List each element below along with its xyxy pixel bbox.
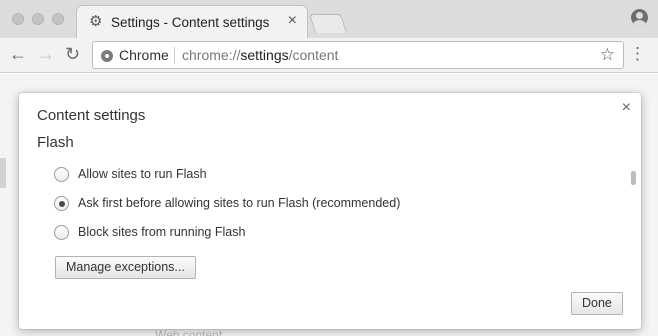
dialog-title: Content settings [37, 107, 146, 124]
content-settings-dialog: Content settings × Flash Allow sites to … [19, 93, 641, 329]
url-text[interactable]: chrome://settings/content [182, 47, 338, 63]
sidebar-edge [0, 158, 6, 188]
url-scheme: chrome:// [182, 47, 241, 63]
radio-label: Block sites from running Flash [78, 225, 246, 239]
back-arrow-icon[interactable]: ← [9, 44, 27, 64]
url-path: /content [288, 47, 339, 63]
url-host: settings [240, 47, 289, 63]
tab-strip: ⚙ Settings - Content settings × [0, 0, 658, 38]
origin-chip[interactable]: Chrome [119, 47, 169, 63]
tab-title: Settings - Content settings [111, 15, 270, 30]
tab-settings[interactable]: ⚙ Settings - Content settings × [76, 5, 308, 38]
tab-close-icon[interactable]: × [288, 12, 297, 30]
scrollbar-thumb[interactable] [631, 171, 636, 185]
forward-arrow-icon[interactable]: → [37, 44, 55, 64]
radio-button[interactable] [54, 167, 69, 182]
address-bar[interactable]: Chrome chrome://settings/content ☆ [92, 41, 624, 69]
background-partial-text: Web content [155, 328, 223, 336]
radio-label: Allow sites to run Flash [78, 167, 207, 181]
browser-toolbar: ← → ↻ Chrome chrome://settings/content ☆… [0, 38, 658, 73]
radio-button-selected[interactable] [54, 196, 69, 211]
person-icon[interactable] [631, 9, 648, 26]
window-close-button[interactable] [12, 13, 24, 25]
window-minimize-button[interactable] [32, 13, 44, 25]
close-icon[interactable]: × [622, 99, 631, 117]
manage-exceptions-button[interactable]: Manage exceptions... [55, 256, 196, 279]
done-button[interactable]: Done [571, 292, 623, 315]
star-icon[interactable]: ☆ [600, 45, 615, 65]
radio-button[interactable] [54, 225, 69, 240]
section-title-flash: Flash [37, 134, 74, 151]
kebab-menu-icon[interactable]: ⋮ [629, 44, 646, 64]
omnibox-divider [174, 47, 175, 64]
reload-icon[interactable]: ↻ [65, 44, 80, 64]
radio-label: Ask first before allowing sites to run F… [78, 196, 401, 210]
chrome-logo-icon [101, 50, 113, 62]
new-tab-button[interactable] [308, 14, 348, 33]
window-zoom-button[interactable] [52, 13, 64, 25]
gear-icon: ⚙ [89, 13, 103, 30]
